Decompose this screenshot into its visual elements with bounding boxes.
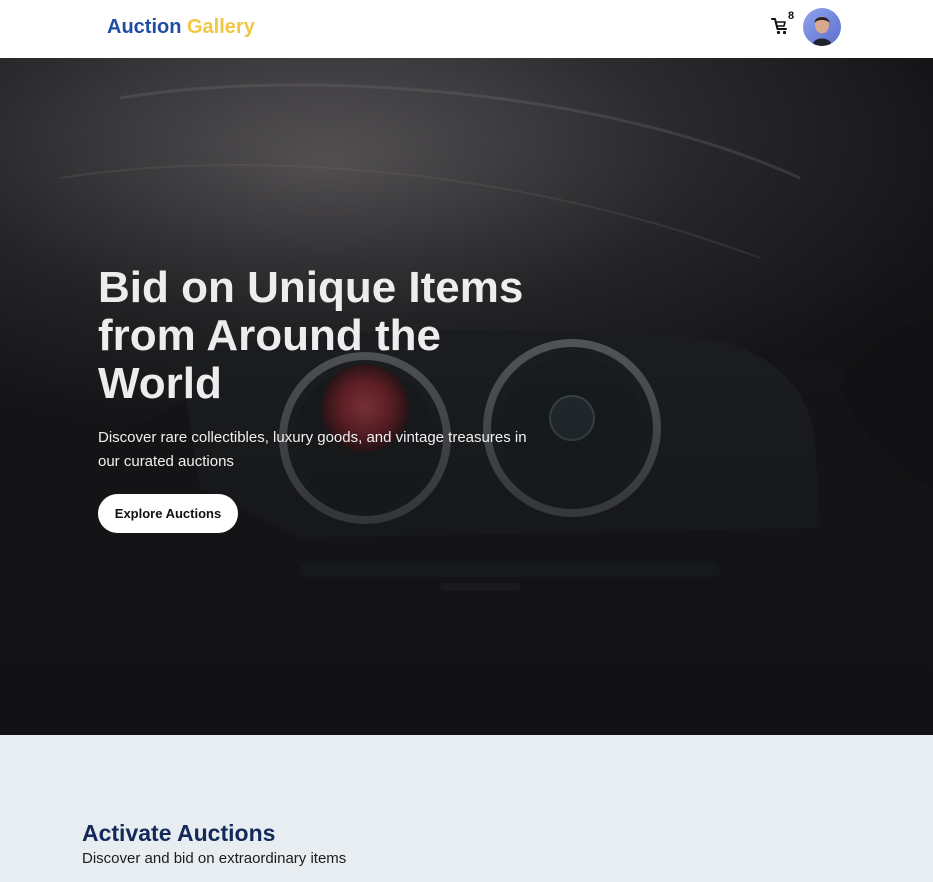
- section-subtitle: Discover and bid on extraordinary items: [82, 850, 347, 867]
- hero-banner: Bid on Unique Items from Around the Worl…: [0, 58, 933, 735]
- brand-name-gallery: Gallery: [187, 16, 255, 38]
- brand-name-auction: Auction: [107, 16, 182, 38]
- auctions-section: Activate Auctions Discover and bid on ex…: [0, 735, 933, 882]
- hero-title: Bid on Unique Items from Around the Worl…: [98, 263, 524, 408]
- cart-count-badge: 8: [788, 10, 795, 22]
- section-title: Activate Auctions: [82, 820, 276, 846]
- brand-logo[interactable]: Auction Gallery: [107, 15, 255, 39]
- site-header: Auction Gallery 8: [0, 0, 933, 58]
- hero-subtitle: Discover rare collectibles, luxury goods…: [98, 429, 527, 470]
- user-avatar[interactable]: [803, 8, 841, 46]
- avatar-image: [803, 8, 841, 46]
- cart-icon: [771, 18, 787, 35]
- cart-button[interactable]: 8: [770, 10, 798, 40]
- explore-auctions-button[interactable]: Explore Auctions: [98, 494, 238, 533]
